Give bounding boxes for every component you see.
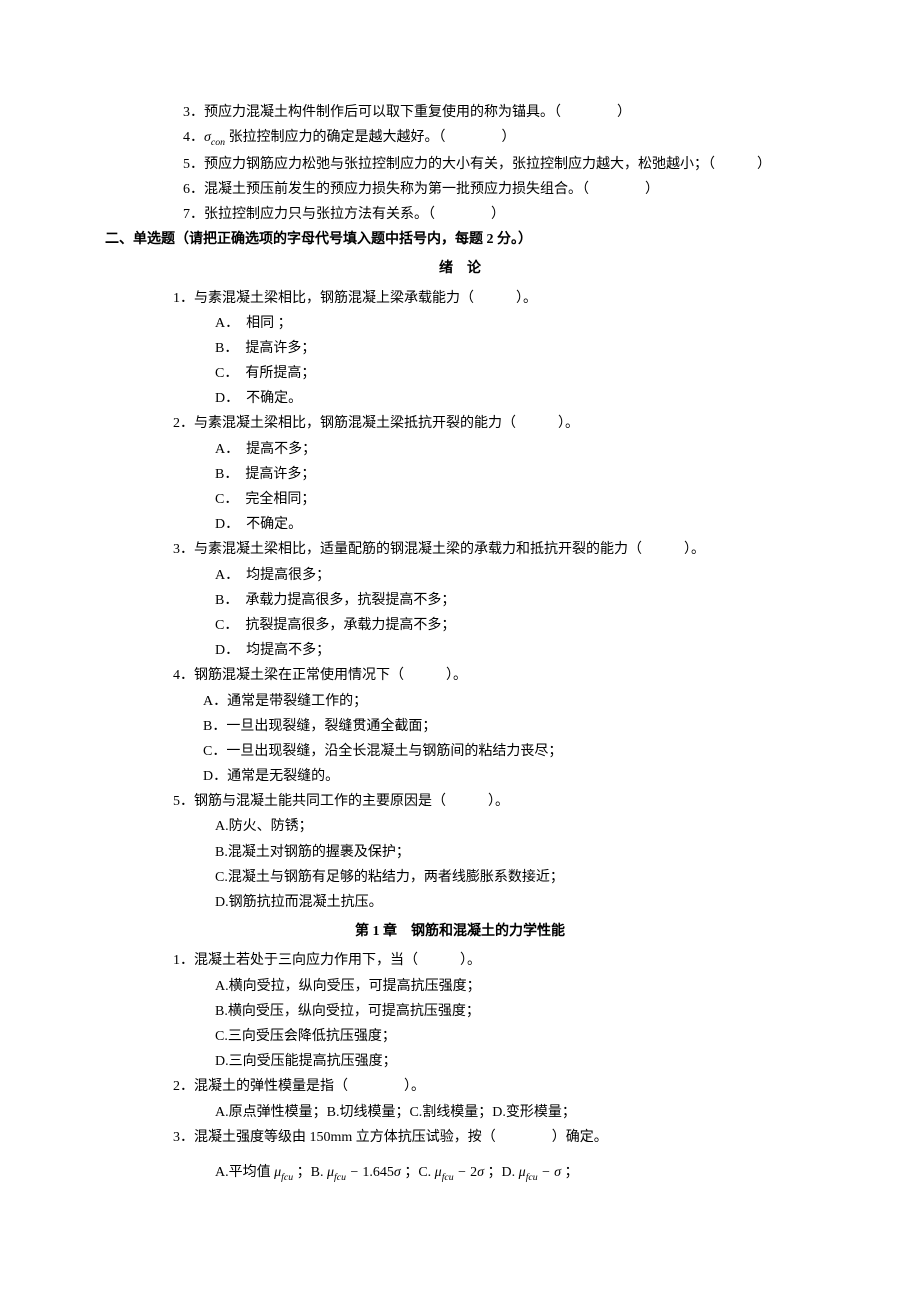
ch1-q1-a: A.横向受拉，纵向受压，可提高抗压强度； [105,974,815,999]
minus-3: − [538,1165,554,1180]
intro-q5-stem: 5．钢筋与混凝土能共同工作的主要原因是（ ）。 [105,789,815,814]
tf-q5: 5．预应力钢筋应力松弛与张拉控制应力的大小有关，张拉控制应力越大，松弛越小；（ … [105,152,815,177]
opt-a-prefix: A.平均值 [215,1165,274,1180]
sigma-3: σ [554,1165,561,1180]
opt-d-suffix: ； [561,1165,579,1180]
intro-q5-b: B.混凝土对钢筋的握裹及保护； [105,840,815,865]
ch1-q1-c: C.三向受压会降低抗压强度； [105,1024,815,1049]
ch1-q2-opts: A.原点弹性模量；B.切线模量；C.割线模量；D.变形模量； [105,1100,815,1125]
ch1-q1-b: B.横向受压，纵向受拉，可提高抗压强度； [105,999,815,1024]
intro-q3-d: D． 均提高不多； [105,638,815,663]
title-ch1: 第 1 章 钢筋和混凝土的力学性能 [105,919,815,944]
intro-q3-b: B． 承载力提高很多，抗裂提高不多； [105,588,815,613]
intro-q1-a: A． 相同 ； [105,311,815,336]
coef-1645: 1.645 [362,1165,394,1180]
mu-fcu-2: μfcu [327,1165,346,1180]
opt-a-suffix: ；B. [293,1165,327,1180]
ch1-q3-opts: A.平均值 μfcu ；B. μfcu − 1.645σ ；C. μfcu − … [105,1160,815,1186]
opt-c-suffix: ；D. [484,1165,519,1180]
intro-q2-b: B． 提高许多； [105,462,815,487]
tf-q7: 7．张拉控制应力只与张拉方法有关系。（ ） [105,202,815,227]
intro-q2-stem: 2．与素混凝土梁相比，钢筋混凝土梁抵抗开裂的能力（ ）。 [105,411,815,436]
tf-q4: 4．σcon 张拉控制应力的确定是越大越好。（ ） [105,125,815,151]
minus-2: − [454,1165,470,1180]
tf-q3: 3．预应力混凝土构件制作后可以取下重复使用的称为锚具。（ ） [105,100,815,125]
intro-q4-d: D．通常是无裂缝的。 [105,764,815,789]
intro-q4-b: B．一旦出现裂缝，裂缝贯通全截面； [105,714,815,739]
section-2-header: 二、单选题（请把正确选项的字母代号填入题中括号内，每题 2 分。） [105,227,815,252]
sigma-con: σcon [204,130,225,145]
intro-q1-c: C． 有所提高； [105,361,815,386]
intro-q4-stem: 4．钢筋混凝土梁在正常使用情况下（ ）。 [105,663,815,688]
intro-q1-stem: 1．与素混凝土梁相比，钢筋混凝上梁承载能力（ ）。 [105,286,815,311]
tf-q6: 6．混凝土预压前发生的预应力损失称为第一批预应力损失组合。（ ） [105,177,815,202]
intro-q5-c: C.混凝土与钢筋有足够的粘结力，两者线膨胀系数接近； [105,865,815,890]
ch1-q1-d: D.三向受压能提高抗压强度； [105,1049,815,1074]
sigma-1: σ [394,1165,401,1180]
sigma-2: σ [477,1165,484,1180]
intro-q1-d: D． 不确定。 [105,386,815,411]
mu-fcu-1: μfcu [274,1165,293,1180]
intro-q2-d: D． 不确定。 [105,512,815,537]
mu-fcu-4: μfcu [519,1165,538,1180]
intro-q5-a: A.防火、防锈； [105,814,815,839]
intro-q5-d: D.钢筋抗拉而混凝土抗压。 [105,890,815,915]
ch1-q3-stem: 3．混凝土强度等级由 150mm 立方体抗压试验，按（ ）确定。 [105,1125,815,1150]
minus-1: − [346,1165,362,1180]
intro-q4-a: A．通常是带裂缝工作的； [105,689,815,714]
intro-q1-b: B． 提高许多； [105,336,815,361]
title-intro: 绪 论 [105,256,815,281]
intro-q2-c: C． 完全相同； [105,487,815,512]
ch1-q2-stem: 2．混凝土的弹性模量是指（ ）。 [105,1074,815,1099]
intro-q3-a: A． 均提高很多； [105,563,815,588]
ch1-q1-stem: 1．混凝土若处于三向应力作用下，当（ ）。 [105,948,815,973]
intro-q2-a: A． 提高不多； [105,437,815,462]
mu-fcu-3: μfcu [435,1165,454,1180]
intro-q3-stem: 3．与素混凝土梁相比，适量配筋的钢混凝土梁的承载力和抵抗开裂的能力（ ）。 [105,537,815,562]
intro-q3-c: C． 抗裂提高很多，承载力提高不多； [105,613,815,638]
opt-b-suffix: ；C. [401,1165,435,1180]
intro-q4-c: C．一旦出现裂缝，沿全长混凝土与钢筋间的粘结力丧尽； [105,739,815,764]
